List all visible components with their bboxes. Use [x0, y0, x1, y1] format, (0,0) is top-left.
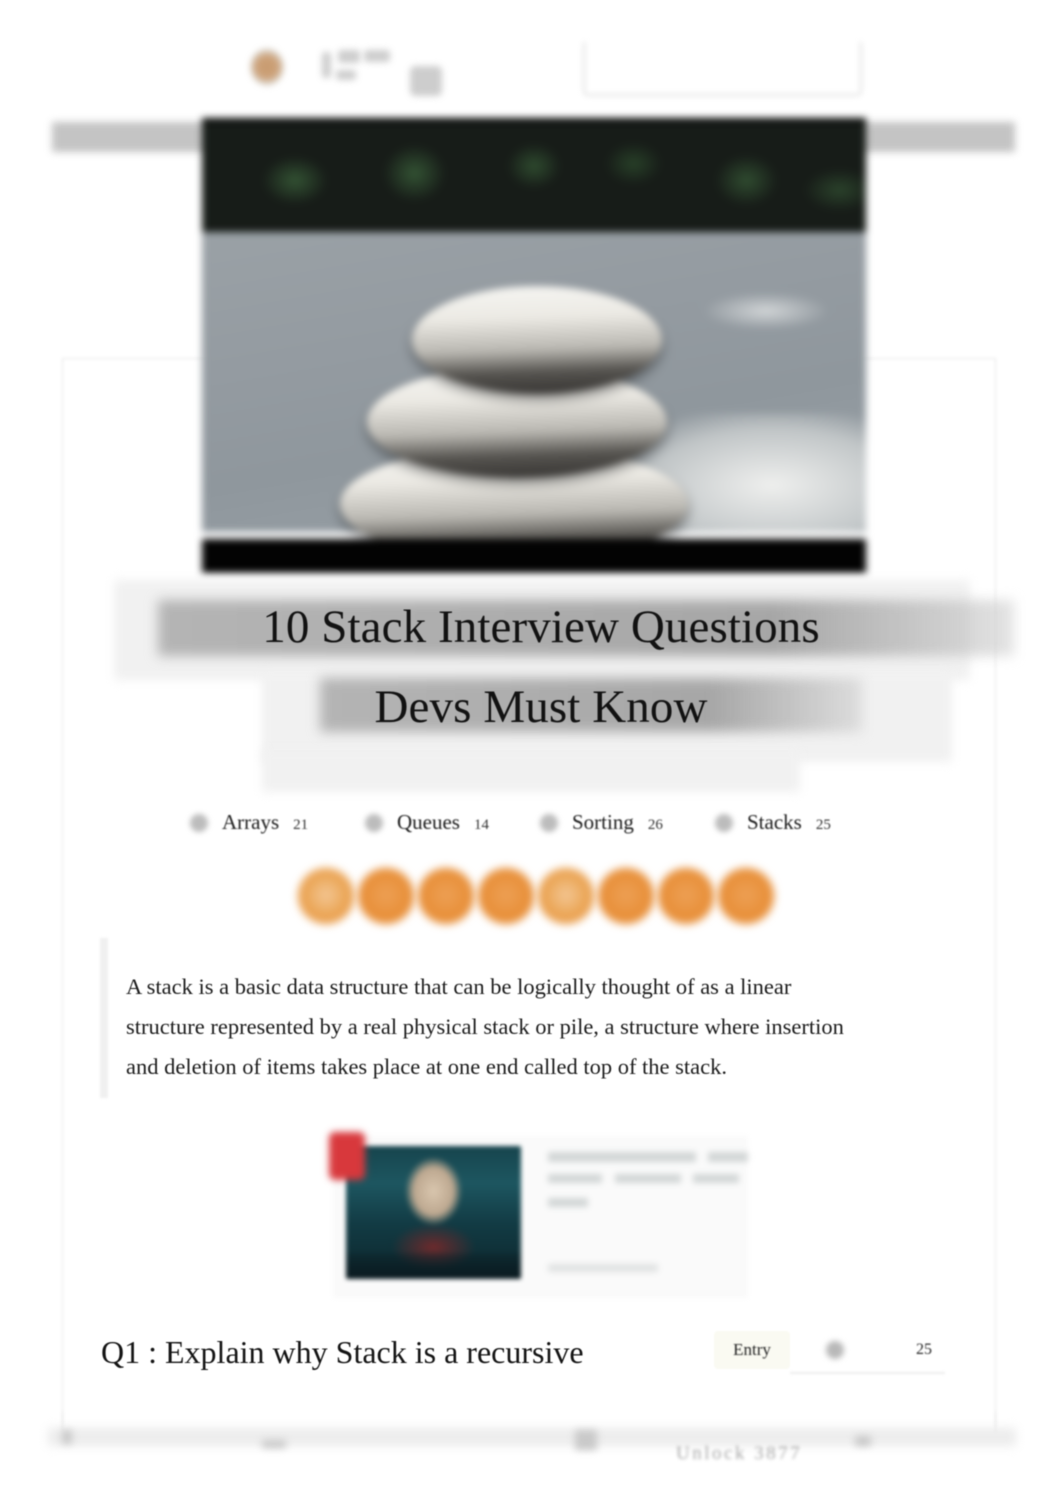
- question-meta: Entry 25: [714, 1328, 944, 1372]
- tag-label: Arrays: [222, 809, 280, 834]
- question-meta-divider: [790, 1372, 945, 1374]
- search-input[interactable]: [583, 40, 862, 96]
- intro-paragraph: A stack is a basic data structure that c…: [126, 973, 844, 1079]
- hero-letterbox-bottom: [202, 539, 866, 573]
- progress-orb[interactable]: [658, 868, 714, 924]
- embed-text-line: [548, 1174, 602, 1183]
- tag-dot-icon: [715, 813, 733, 832]
- tag-label: Queues: [397, 809, 460, 834]
- hero-background-foliage: [202, 118, 866, 238]
- tag-chip-stacks[interactable]: Stacks 25: [715, 810, 890, 835]
- chrome-text-glyph: [336, 70, 356, 80]
- stone-top: [412, 286, 662, 394]
- question-count: 25: [916, 1341, 932, 1358]
- tag-label: Stacks: [747, 809, 802, 834]
- progress-orb[interactable]: [358, 868, 414, 924]
- tag-count: 26: [647, 816, 663, 833]
- site-logo-icon[interactable]: [250, 48, 284, 86]
- progress-orb[interactable]: [298, 868, 354, 924]
- progress-orb[interactable]: [418, 868, 474, 924]
- tag-count: 21: [293, 816, 309, 833]
- tag-chip-queues[interactable]: Queues 14: [365, 810, 540, 835]
- tag-count: 25: [815, 816, 831, 833]
- progress-orb-row: [298, 868, 776, 924]
- question-heading: Q1 : Explain why Stack is a recursive: [101, 1334, 584, 1370]
- progress-orb[interactable]: [718, 868, 774, 924]
- embed-text-line: [548, 1198, 588, 1207]
- chrome-text-glyph: [364, 50, 390, 62]
- progress-orb-active[interactable]: [538, 868, 594, 924]
- embed-text-line: [615, 1174, 681, 1183]
- progress-orb[interactable]: [598, 868, 654, 924]
- page-title: 10 Stack Interview Questions Devs Must K…: [110, 572, 1014, 792]
- tag-label: Sorting: [572, 809, 634, 834]
- footer-unlock-label[interactable]: Unlock 3877: [676, 1443, 802, 1465]
- footer-glyph: [62, 1430, 72, 1444]
- hero-letterbox-top: [202, 118, 866, 123]
- embed-text-line: [693, 1174, 739, 1183]
- chrome-text-glyph: [338, 50, 360, 63]
- tag-chip-sorting[interactable]: Sorting 26: [540, 810, 715, 835]
- embed-caption-line: [548, 1264, 658, 1272]
- video-embed-card[interactable]: [329, 1132, 748, 1298]
- embed-text-line: [548, 1152, 696, 1162]
- page-title-line-1: 10 Stack Interview Questions: [262, 601, 820, 653]
- tag-chip-arrays[interactable]: Arrays 21: [190, 810, 365, 835]
- question-dot-icon: [826, 1341, 844, 1359]
- browser-chrome: [0, 0, 1062, 118]
- hero-highlight: [706, 293, 826, 329]
- tag-count: 14: [473, 816, 489, 833]
- footer-glyph: [575, 1430, 597, 1450]
- video-thumbnail[interactable]: [346, 1146, 521, 1279]
- difficulty-badge[interactable]: Entry: [714, 1331, 790, 1369]
- video-badge-icon: [329, 1132, 365, 1180]
- chrome-menu-icon[interactable]: [410, 66, 442, 96]
- footer-glyph: [262, 1440, 286, 1448]
- chrome-text-glyph: [322, 52, 331, 78]
- page-title-line-2: Devs Must Know: [374, 681, 708, 733]
- tag-list: Arrays 21 Queues 14 Sorting 26 Stacks 25: [190, 802, 890, 842]
- tag-dot-icon: [365, 813, 383, 832]
- embed-text-line: [708, 1152, 748, 1162]
- hero-image: [202, 118, 866, 573]
- tag-dot-icon: [190, 813, 208, 832]
- footer-glyph: [855, 1436, 871, 1446]
- progress-orb[interactable]: [478, 868, 534, 924]
- title-skeleton-block: [262, 750, 800, 792]
- paragraph-accent-bar: [100, 938, 108, 1098]
- tag-dot-icon: [540, 813, 558, 832]
